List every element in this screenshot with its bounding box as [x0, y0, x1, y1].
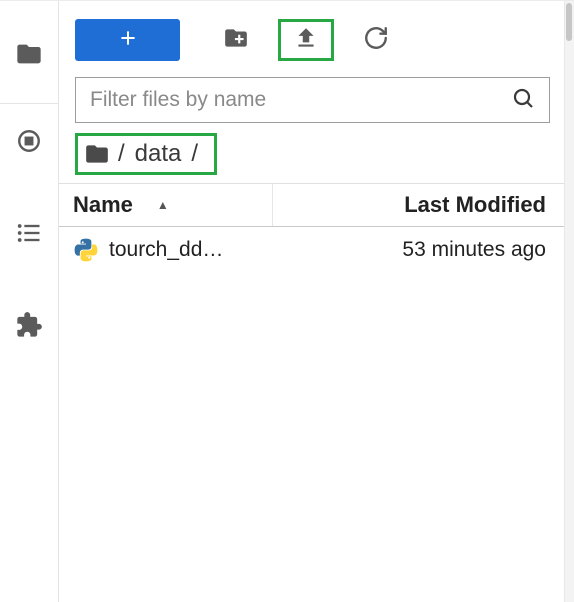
file-list-header: Name ▲ Last Modified	[59, 183, 574, 227]
folder-icon	[84, 141, 110, 167]
column-modified-label: Last Modified	[404, 192, 546, 217]
filter-box[interactable]	[75, 77, 550, 123]
scrollbar[interactable]	[564, 1, 574, 602]
upload-icon	[293, 25, 319, 56]
refresh-icon	[363, 25, 389, 56]
file-browser-panel: / data / Name ▲ Last Modified tourch_dd……	[58, 1, 574, 602]
activity-bar	[0, 1, 58, 602]
python-icon	[73, 237, 99, 263]
plus-icon	[118, 28, 138, 53]
sort-asc-icon: ▲	[157, 198, 169, 212]
search-icon	[511, 86, 535, 115]
list-item[interactable]: tourch_dd… 53 minutes ago	[59, 227, 574, 273]
refresh-button[interactable]	[348, 19, 404, 61]
breadcrumb-wrap: / data /	[59, 133, 574, 183]
toc-tab[interactable]	[2, 208, 56, 262]
list-icon	[15, 219, 43, 252]
new-launcher-button[interactable]	[75, 19, 180, 61]
breadcrumb-sep: /	[187, 140, 202, 168]
file-name: tourch_dd…	[109, 238, 275, 262]
file-modified: 53 minutes ago	[275, 238, 574, 262]
breadcrumb-sep: /	[114, 140, 129, 168]
toolbar	[59, 1, 574, 65]
extensions-tab[interactable]	[2, 300, 56, 354]
stop-circle-icon	[16, 128, 42, 159]
breadcrumb[interactable]: / data /	[75, 133, 217, 175]
extension-icon	[15, 311, 43, 344]
filter-wrap	[59, 65, 574, 133]
new-folder-button[interactable]	[208, 19, 264, 61]
rail-divider	[0, 103, 58, 104]
file-list: tourch_dd… 53 minutes ago	[59, 227, 574, 602]
folder-icon	[15, 40, 43, 73]
column-name[interactable]: Name ▲	[59, 184, 273, 226]
breadcrumb-segment[interactable]: data	[131, 140, 186, 168]
running-tab[interactable]	[2, 116, 56, 170]
file-browser-tab[interactable]	[2, 29, 56, 83]
column-name-label: Name	[73, 192, 133, 218]
new-folder-icon	[223, 25, 249, 56]
filter-input[interactable]	[90, 88, 511, 112]
column-modified[interactable]: Last Modified	[273, 192, 574, 218]
upload-button[interactable]	[278, 19, 334, 61]
